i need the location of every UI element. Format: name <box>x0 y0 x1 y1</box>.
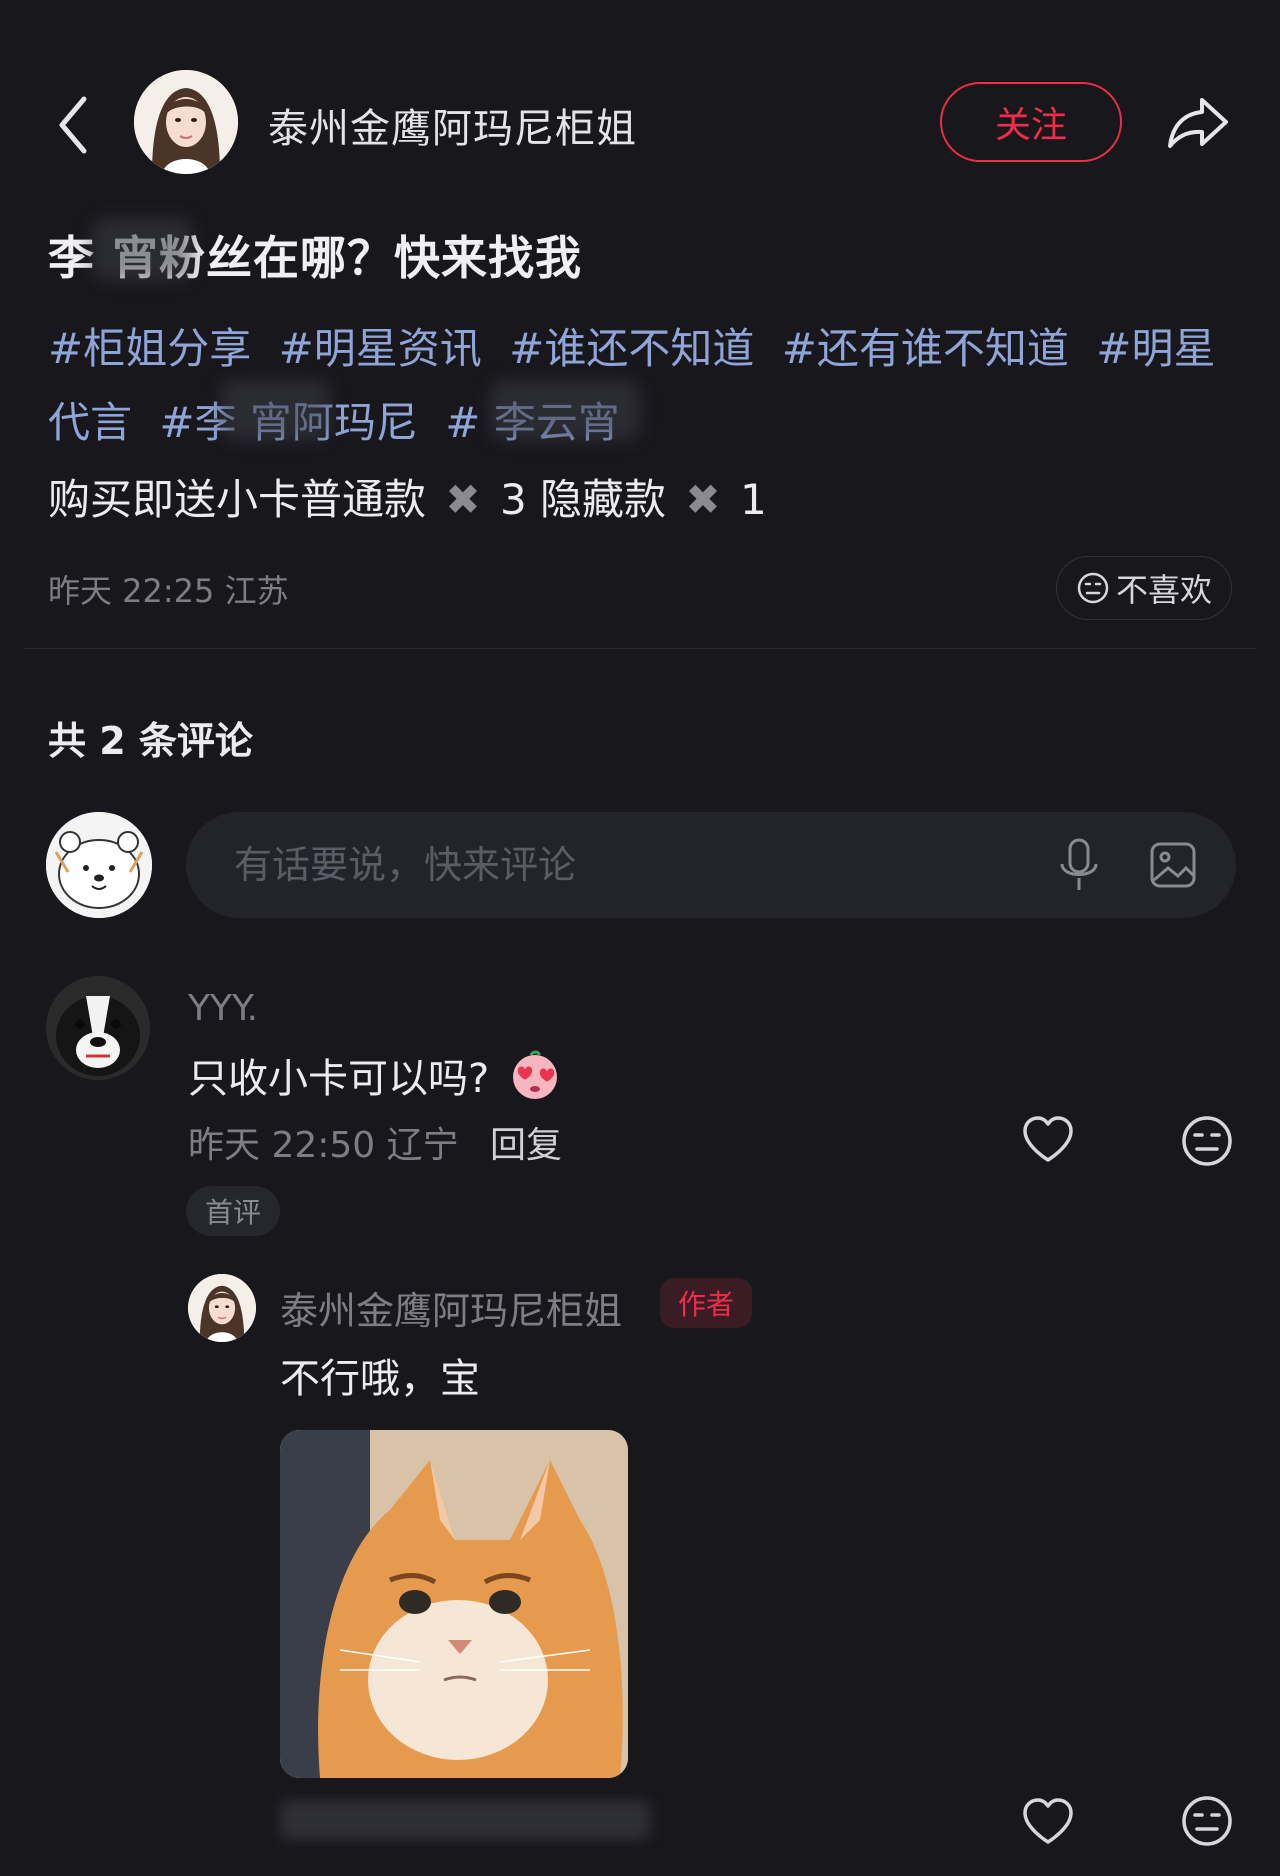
comment-count: 共 2 条评论 <box>48 719 253 763</box>
post-detail-page: 泰州金鹰阿玛尼柜姐 关注 李 宵粉丝在哪？快来找我 #柜姐分享 #明星资讯 #谁… <box>0 0 1280 1876</box>
redaction-blur <box>490 380 640 440</box>
author-avatar[interactable] <box>134 70 238 174</box>
share-button[interactable] <box>1160 88 1236 156</box>
post-timestamp-location: 昨天 22:25 江苏 <box>48 572 289 610</box>
meh-face-icon <box>1182 1796 1232 1846</box>
reply-author-username[interactable]: 泰州金鹰阿玛尼柜姐 <box>280 1280 622 1335</box>
cat-meme-image[interactable] <box>280 1430 628 1778</box>
dislike-reply-button[interactable] <box>1180 1794 1234 1848</box>
redaction-blur <box>280 1800 650 1840</box>
author-badge: 作者 <box>660 1278 752 1328</box>
body-text: 3 隐藏款 <box>499 475 667 524</box>
chevron-left-icon <box>59 96 87 154</box>
reply-text: 不行哦，宝 <box>280 1356 480 1402</box>
redaction-blur <box>92 218 192 280</box>
back-button[interactable] <box>48 90 98 160</box>
body-text: 1 <box>739 475 767 524</box>
author-name[interactable]: 泰州金鹰阿玛尼柜姐 <box>268 96 637 154</box>
microphone-icon <box>1060 838 1098 890</box>
dislike-comment-button[interactable] <box>1180 1114 1234 1168</box>
comment-timestamp-location: 昨天 22:50 辽宁 <box>188 1125 459 1166</box>
tag-link[interactable]: #谁还不知道 <box>509 324 754 373</box>
reply-author-avatar[interactable] <box>188 1274 256 1342</box>
share-arrow-icon <box>1168 98 1228 148</box>
current-user-avatar[interactable] <box>46 812 152 918</box>
dislike-post-button[interactable]: 不喜欢 <box>1056 556 1232 620</box>
heart-icon <box>1023 1116 1073 1162</box>
image-icon <box>1150 842 1196 888</box>
body-text: 购买即送小卡普通款 <box>48 475 427 524</box>
like-comment-button[interactable] <box>1020 1114 1076 1166</box>
post-body: 购买即送小卡普通款 ✖ 3 隐藏款 ✖ 1 <box>48 466 767 527</box>
meh-face-icon <box>1077 572 1109 604</box>
voice-input-button[interactable] <box>1054 836 1104 894</box>
reply-button[interactable]: 回复 <box>490 1116 562 1168</box>
divider <box>24 648 1256 649</box>
top-bar: 泰州金鹰阿玛尼柜姐 关注 <box>0 70 1280 180</box>
tag-link[interactable]: #柜姐分享 <box>48 324 251 373</box>
heart-icon <box>1023 1798 1073 1844</box>
dislike-label: 不喜欢 <box>1115 571 1212 609</box>
comment-text: 只收小卡可以吗? <box>188 1046 561 1104</box>
heart-eyes-emoji-icon <box>513 1050 558 1099</box>
comment-text-content: 只收小卡可以吗? <box>188 1056 490 1102</box>
cross-mark-icon: ✖ <box>685 475 721 524</box>
image-upload-button[interactable] <box>1148 838 1198 892</box>
commenter-username[interactable]: YYY. <box>188 988 258 1029</box>
cross-mark-icon: ✖ <box>445 475 481 524</box>
follow-button[interactable]: 关注 <box>940 82 1122 162</box>
like-reply-button[interactable] <box>1020 1796 1076 1848</box>
tag-link[interactable]: #还有谁不知道 <box>782 324 1069 373</box>
meh-face-icon <box>1182 1116 1232 1166</box>
redaction-blur <box>220 380 330 440</box>
first-comment-badge: 首评 <box>186 1186 280 1236</box>
tag-link[interactable]: #明星资讯 <box>279 324 482 373</box>
commenter-avatar[interactable] <box>46 976 150 1080</box>
